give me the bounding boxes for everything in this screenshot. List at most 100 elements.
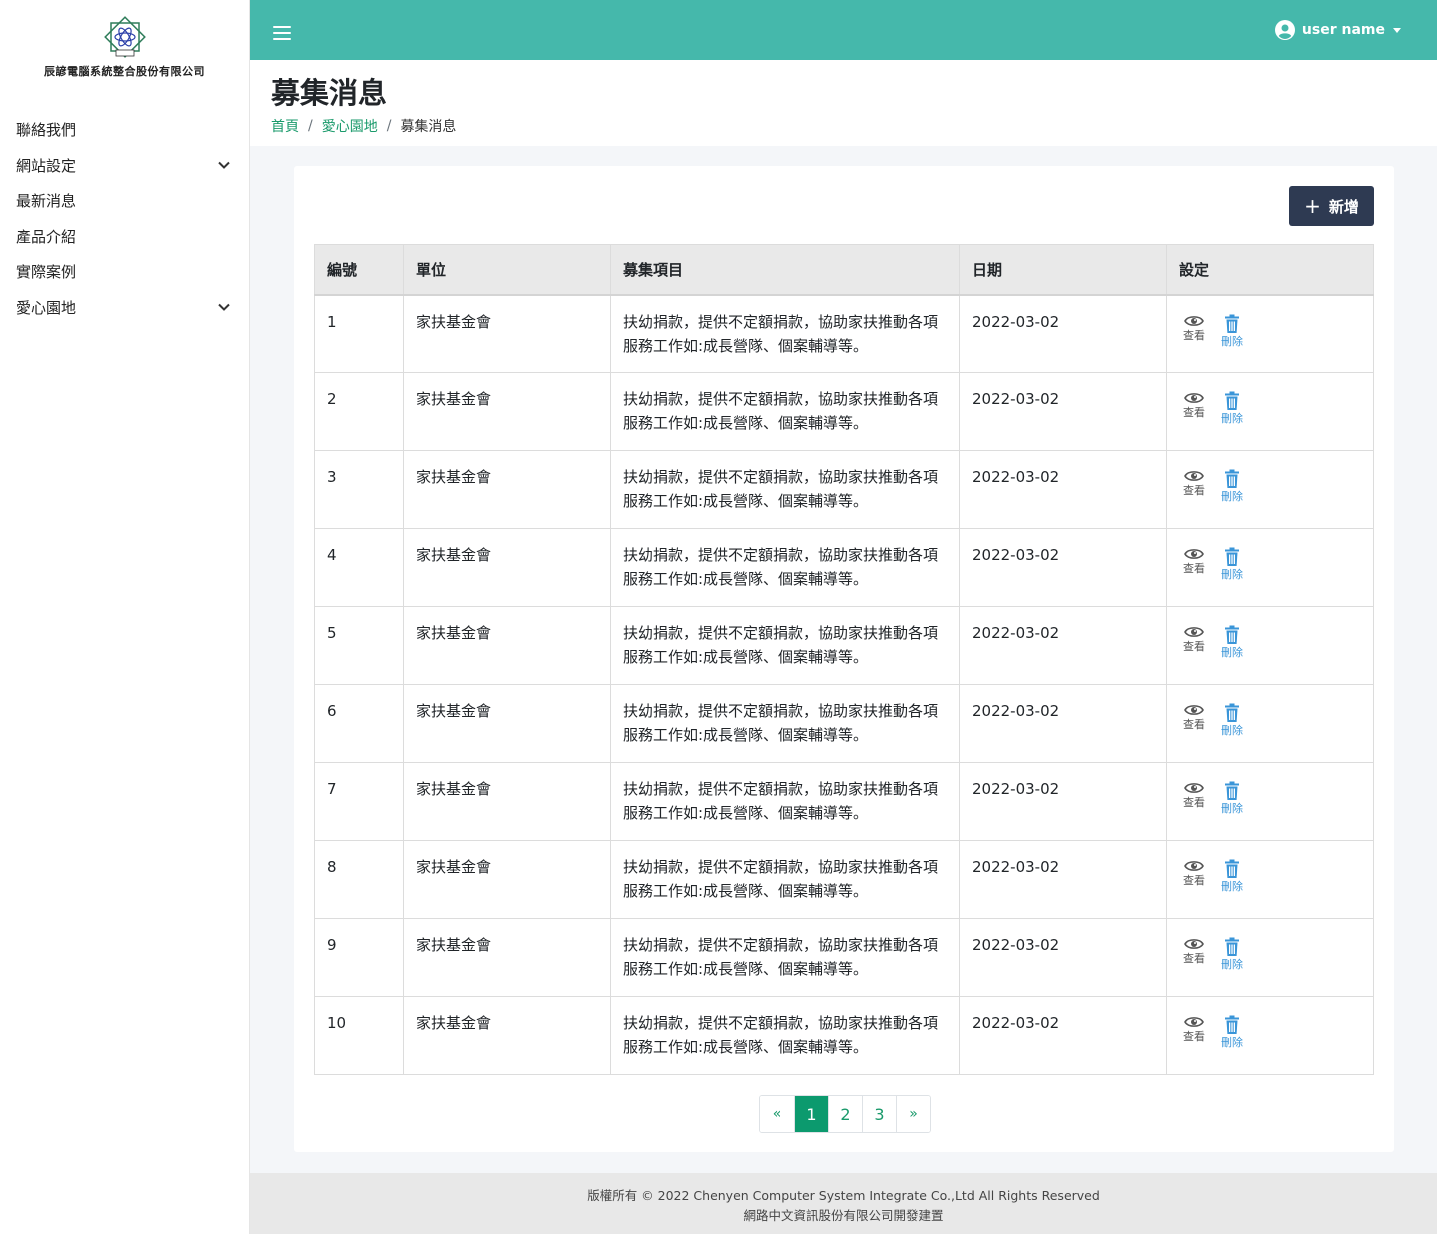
trash-icon (1224, 391, 1240, 411)
cell-item: 扶幼捐款，提供不定額捐款，協助家扶推動各項服務工作如:成長營隊、個案輔導等。 (610, 684, 960, 763)
sidebar-item-label: 網站設定 (16, 156, 77, 175)
view-button[interactable]: 查看 (1183, 859, 1205, 893)
breadcrumb-separator: / (386, 118, 392, 134)
cell-unit: 家扶基金會 (403, 918, 611, 997)
delete-label: 刪除 (1221, 568, 1243, 581)
delete-button[interactable]: 刪除 (1221, 625, 1243, 659)
cell-settings: 查看 刪除 (1166, 840, 1374, 919)
sidebar-item-label: 最新消息 (16, 192, 77, 211)
delete-button[interactable]: 刪除 (1221, 391, 1243, 425)
breadcrumb: 首頁 / 愛心園地 / 募集消息 (271, 116, 1437, 136)
delete-label: 刪除 (1221, 646, 1243, 659)
sidebar-item-contact[interactable]: 聯絡我們 (0, 112, 249, 148)
company-name: 辰諺電腦系統整合股份有限公司 (44, 65, 205, 78)
delete-button[interactable]: 刪除 (1221, 469, 1243, 503)
trash-icon (1224, 859, 1240, 879)
company-logo[interactable]: 辰諺電腦系統整合股份有限公司 (0, 0, 249, 90)
sidebar-item-products[interactable]: 產品介紹 (0, 219, 249, 255)
cell-settings: 查看 刪除 (1166, 996, 1374, 1075)
user-menu-dropdown[interactable]: user name (1274, 20, 1401, 40)
cell-unit: 家扶基金會 (403, 372, 611, 451)
add-button[interactable]: + 新增 (1289, 186, 1374, 226)
cell-settings: 查看 刪除 (1166, 606, 1374, 685)
breadcrumb-home-link[interactable]: 首頁 (271, 116, 299, 136)
cell-date: 2022-03-02 (959, 840, 1167, 919)
delete-button[interactable]: 刪除 (1221, 937, 1243, 971)
view-button[interactable]: 查看 (1183, 391, 1205, 425)
delete-button[interactable]: 刪除 (1221, 781, 1243, 815)
cell-item: 扶幼捐款，提供不定額捐款，協助家扶推動各項服務工作如:成長營隊、個案輔導等。 (610, 294, 960, 373)
view-label: 查看 (1183, 796, 1205, 809)
cell-id: 8 (314, 840, 404, 919)
sidebar: 辰諺電腦系統整合股份有限公司 聯絡我們 網站設定 最新消息 產品介紹 實際案例 … (0, 0, 250, 1234)
cell-date: 2022-03-02 (959, 918, 1167, 997)
view-button[interactable]: 查看 (1183, 625, 1205, 659)
cell-id: 7 (314, 762, 404, 841)
delete-button[interactable]: 刪除 (1221, 547, 1243, 581)
cell-unit: 家扶基金會 (403, 606, 611, 685)
delete-button[interactable]: 刪除 (1221, 1015, 1243, 1049)
cell-date: 2022-03-02 (959, 528, 1167, 607)
trash-icon (1224, 1015, 1240, 1035)
view-label: 查看 (1183, 1030, 1205, 1043)
hamburger-menu-icon[interactable] (273, 26, 291, 40)
page-header: 募集消息 首頁 / 愛心園地 / 募集消息 (250, 60, 1437, 146)
cell-item: 扶幼捐款，提供不定額捐款，協助家扶推動各項服務工作如:成長營隊、個案輔導等。 (610, 762, 960, 841)
table-row: 9 家扶基金會 扶幼捐款，提供不定額捐款，協助家扶推動各項服務工作如:成長營隊、個案… (314, 918, 1374, 997)
cell-id: 5 (314, 606, 404, 685)
trash-icon (1224, 625, 1240, 645)
view-button[interactable]: 查看 (1183, 703, 1205, 737)
footer-copyright: 版權所有 © 2022 Chenyen Computer System Inte… (587, 1188, 1100, 1203)
content-card: + 新增 編號 單位 募集項目 日期 設定 1 家扶基金會 扶幼捐款，提供不定額捐款… (294, 166, 1394, 1152)
sidebar-item-site-settings[interactable]: 網站設定 (0, 148, 249, 184)
cell-date: 2022-03-02 (959, 450, 1167, 529)
view-button[interactable]: 查看 (1183, 781, 1205, 815)
trash-icon (1224, 937, 1240, 957)
delete-button[interactable]: 刪除 (1221, 314, 1243, 348)
eye-icon (1184, 314, 1204, 328)
cell-date: 2022-03-02 (959, 996, 1167, 1075)
breadcrumb-charity-link[interactable]: 愛心園地 (322, 116, 378, 136)
eye-icon (1184, 859, 1204, 873)
pagination-prev[interactable]: « (760, 1096, 794, 1132)
eye-icon (1184, 781, 1204, 795)
column-header-item: 募集項目 (610, 244, 960, 296)
delete-button[interactable]: 刪除 (1221, 859, 1243, 893)
delete-label: 刪除 (1221, 490, 1243, 503)
view-button[interactable]: 查看 (1183, 547, 1205, 581)
cell-unit: 家扶基金會 (403, 762, 611, 841)
delete-label: 刪除 (1221, 958, 1243, 971)
sidebar-item-news[interactable]: 最新消息 (0, 183, 249, 219)
breadcrumb-current: 募集消息 (400, 119, 457, 135)
sidebar-item-charity[interactable]: 愛心園地 (0, 290, 249, 326)
pagination-page-1[interactable]: 1 (794, 1096, 828, 1132)
view-label: 查看 (1183, 640, 1205, 653)
recruitment-table: 編號 單位 募集項目 日期 設定 1 家扶基金會 扶幼捐款，提供不定額捐款，協助家扶… (314, 244, 1374, 1075)
view-button[interactable]: 查看 (1183, 937, 1205, 971)
column-header-date: 日期 (959, 244, 1167, 296)
cell-unit: 家扶基金會 (403, 996, 611, 1075)
cell-date: 2022-03-02 (959, 372, 1167, 451)
table-row: 7 家扶基金會 扶幼捐款，提供不定額捐款，協助家扶推動各項服務工作如:成長營隊、個案… (314, 762, 1374, 841)
pagination-next[interactable]: » (896, 1096, 930, 1132)
pagination-page-3[interactable]: 3 (862, 1096, 896, 1132)
view-button[interactable]: 查看 (1183, 314, 1205, 348)
column-header-settings: 設定 (1166, 244, 1374, 296)
delete-label: 刪除 (1221, 412, 1243, 425)
view-label: 查看 (1183, 562, 1205, 575)
view-button[interactable]: 查看 (1183, 1015, 1205, 1049)
cell-settings: 查看 刪除 (1166, 684, 1374, 763)
view-label: 查看 (1183, 952, 1205, 965)
cell-item: 扶幼捐款，提供不定額捐款，協助家扶推動各項服務工作如:成長營隊、個案輔導等。 (610, 840, 960, 919)
sidebar-item-cases[interactable]: 實際案例 (0, 254, 249, 290)
delete-button[interactable]: 刪除 (1221, 703, 1243, 737)
cell-settings: 查看 刪除 (1166, 918, 1374, 997)
delete-label: 刪除 (1221, 724, 1243, 737)
view-button[interactable]: 查看 (1183, 469, 1205, 503)
pagination-page-2[interactable]: 2 (828, 1096, 862, 1132)
eye-icon (1184, 469, 1204, 483)
cell-settings: 查看 刪除 (1166, 450, 1374, 529)
cell-date: 2022-03-02 (959, 762, 1167, 841)
cell-id: 3 (314, 450, 404, 529)
cell-settings: 查看 刪除 (1166, 294, 1374, 373)
